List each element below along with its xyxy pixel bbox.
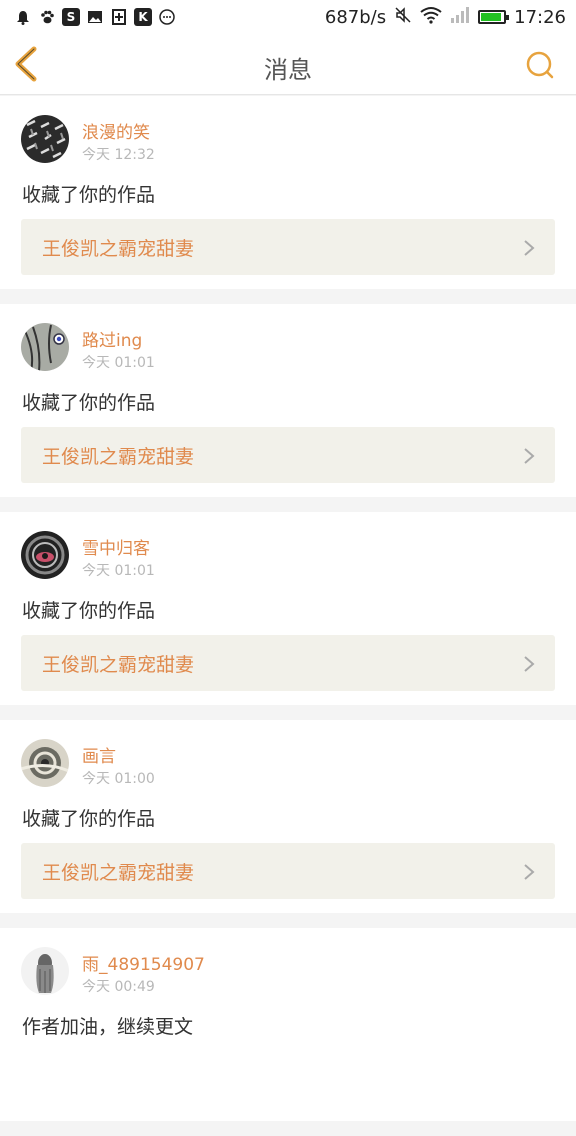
alarm-icon — [14, 8, 32, 26]
user-name[interactable]: 画言 — [82, 742, 116, 767]
chevron-right-icon — [524, 864, 535, 880]
search-button[interactable] — [524, 49, 556, 81]
avatar[interactable] — [21, 739, 69, 787]
message-list: 浪漫的笑 今天 12:32 收藏了你的作品 王俊凯之霸宠甜妻 路过ing 今天 … — [0, 96, 576, 1136]
message-time: 今天 01:01 — [82, 563, 155, 579]
message-time: 今天 01:01 — [82, 355, 155, 371]
plus-box-icon — [110, 8, 128, 26]
chevron-right-icon — [524, 448, 535, 464]
message-text: 作者加油，继续更文 — [22, 1016, 194, 1038]
avatar[interactable] — [21, 115, 69, 163]
more-dots-icon — [158, 8, 176, 26]
work-title: 王俊凯之霸宠甜妻 — [42, 446, 195, 468]
message-text: 收藏了你的作品 — [22, 392, 156, 414]
work-link[interactable]: 王俊凯之霸宠甜妻 — [21, 427, 555, 483]
user-name[interactable]: 雪中归客 — [82, 534, 150, 559]
message-card: 画言 今天 01:00 收藏了你的作品 王俊凯之霸宠甜妻 — [0, 720, 576, 913]
status-time: 17:26 — [514, 6, 566, 28]
chevron-right-icon — [524, 240, 535, 256]
status-bar-right: 687b/s 17:26 — [325, 6, 566, 29]
k-app-icon: K — [134, 8, 152, 26]
battery-icon — [478, 10, 510, 24]
user-name[interactable]: 浪漫的笑 — [82, 118, 150, 143]
work-link[interactable]: 王俊凯之霸宠甜妻 — [21, 635, 555, 691]
signal-icon — [450, 6, 470, 29]
message-card: 雨_489154907 今天 00:49 作者加油，继续更文 — [0, 928, 576, 1121]
work-title: 王俊凯之霸宠甜妻 — [42, 654, 195, 676]
battery-level — [481, 13, 501, 21]
s-app-icon: S — [62, 8, 80, 26]
work-link[interactable]: 王俊凯之霸宠甜妻 — [21, 219, 555, 275]
paw-icon — [38, 8, 56, 26]
message-time: 今天 01:00 — [82, 771, 155, 787]
chevron-right-icon — [524, 656, 535, 672]
message-text: 收藏了你的作品 — [22, 600, 156, 622]
user-name[interactable]: 雨_489154907 — [82, 950, 205, 975]
message-time: 今天 12:32 — [82, 147, 155, 163]
message-card: 浪漫的笑 今天 12:32 收藏了你的作品 王俊凯之霸宠甜妻 — [0, 96, 576, 289]
message-text: 收藏了你的作品 — [22, 808, 156, 830]
avatar[interactable] — [21, 531, 69, 579]
image-icon — [86, 8, 104, 26]
work-link[interactable]: 王俊凯之霸宠甜妻 — [21, 843, 555, 899]
wifi-icon — [420, 6, 442, 29]
page-title: 消息 — [264, 56, 312, 84]
work-title: 王俊凯之霸宠甜妻 — [42, 238, 195, 260]
avatar[interactable] — [21, 323, 69, 371]
user-name[interactable]: 路过ing — [82, 326, 142, 351]
mute-icon — [394, 6, 412, 29]
message-time: 今天 00:49 — [82, 979, 155, 995]
status-bar: S K 687b/s 17:26 — [0, 0, 576, 34]
work-title: 王俊凯之霸宠甜妻 — [42, 862, 195, 884]
search-icon — [526, 51, 554, 79]
message-card: 路过ing 今天 01:01 收藏了你的作品 王俊凯之霸宠甜妻 — [0, 304, 576, 497]
top-bar: 消息 — [0, 34, 576, 95]
net-speed: 687b/s — [324, 6, 387, 28]
avatar[interactable] — [21, 947, 69, 995]
status-bar-left-icons: S K — [14, 8, 176, 26]
message-text: 收藏了你的作品 — [22, 184, 156, 206]
message-card: 雪中归客 今天 01:01 收藏了你的作品 王俊凯之霸宠甜妻 — [0, 512, 576, 705]
